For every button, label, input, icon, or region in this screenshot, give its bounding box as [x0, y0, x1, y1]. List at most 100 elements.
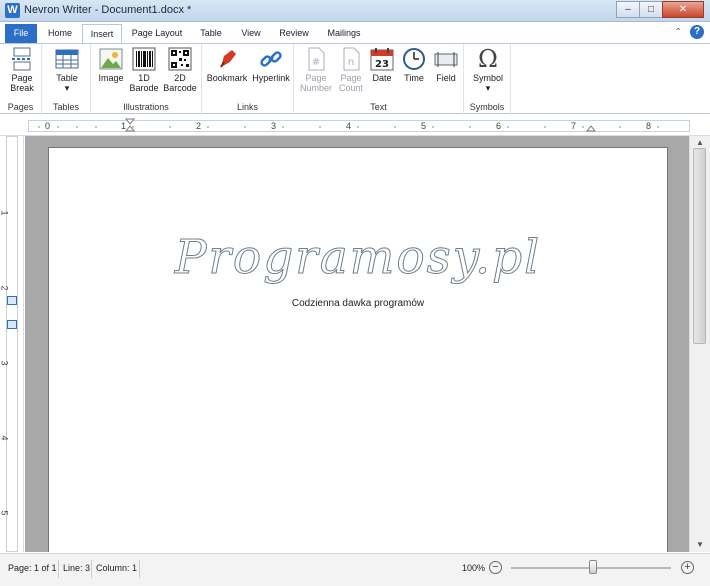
table-button[interactable]: Table ▾ [52, 47, 82, 93]
ruler-number: 5 [421, 121, 427, 131]
barcode-1d-icon [132, 47, 156, 71]
horizontal-ruler[interactable]: 0 1 2 3 4 5 6 7 8 [0, 115, 710, 136]
date-button[interactable]: 23 Date [368, 47, 396, 83]
ruler-strip: 0 1 2 3 4 5 6 7 8 [28, 118, 690, 132]
window-title: Nevron Writer - Document1.docx * [24, 4, 192, 16]
svg-text:#: # [312, 57, 320, 68]
window-controls: – □ ✕ [616, 1, 704, 18]
ruler-number: 2 [196, 121, 202, 131]
group-links: Bookmark Hyperlink Links [202, 44, 294, 114]
group-pages: Page Break Pages [0, 44, 42, 114]
zoom-percentage[interactable]: 100% [462, 563, 485, 573]
right-indent-marker-icon[interactable] [586, 124, 596, 132]
group-symbols: Ω Symbol ▾ Symbols [464, 44, 511, 114]
ruler-number: 8 [646, 121, 652, 131]
document-title[interactable]: Programosy.pl [49, 230, 667, 286]
image-button[interactable]: Image [96, 47, 126, 83]
hyperlink-button[interactable]: Hyperlink [250, 47, 292, 83]
ruler-number: 7 [571, 121, 577, 131]
bookmark-icon [220, 50, 236, 68]
maximize-button[interactable]: □ [639, 1, 663, 18]
group-label-text: Text [370, 102, 387, 112]
status-divider [139, 560, 140, 578]
field-button[interactable]: Field [432, 47, 460, 83]
field-icon [434, 52, 458, 67]
page-count-icon: n [343, 47, 360, 71]
group-label-illustrations: Illustrations [123, 102, 169, 112]
ruler-number: 3 [271, 121, 277, 131]
group-tables: Table ▾ Tables [42, 44, 91, 114]
group-illustrations: Image 1D Barode 2D Barcode Illustrations [91, 44, 202, 114]
symbol-button[interactable]: Ω Symbol ▾ [470, 47, 506, 93]
page-count-button[interactable]: n Page Count [334, 47, 368, 93]
barcode-1d-button[interactable]: 1D Barode [129, 47, 159, 93]
tab-mailings[interactable]: Mailings [320, 24, 368, 43]
ribbon-insert: Page Break Pages Table ▾ Tables Image 1D… [0, 43, 710, 114]
app-icon: W [5, 3, 20, 18]
qr-code-icon [168, 47, 192, 71]
clock-icon [403, 48, 425, 70]
status-column: Column: 1 [96, 563, 138, 573]
group-text: # Page Number n Page Count 23 Date Time … [294, 44, 464, 114]
ruler-number: 5 [0, 510, 10, 516]
vertical-scrollbar[interactable]: ▲ ▼ [689, 136, 710, 552]
close-button[interactable]: ✕ [662, 1, 704, 18]
chevron-down-icon: ▾ [64, 83, 70, 93]
barcode-2d-button[interactable]: 2D Barcode [163, 47, 197, 93]
document-page[interactable]: Programosy.pl Codzienna dawka programów [48, 147, 668, 552]
title-bar: W Nevron Writer - Document1.docx * – □ ✕ [0, 0, 710, 22]
status-divider [58, 560, 59, 578]
ruler-number: 4 [346, 121, 352, 131]
table-row-marker-icon[interactable] [7, 320, 17, 329]
ruler-number: 6 [496, 121, 502, 131]
tab-home[interactable]: Home [42, 24, 78, 43]
time-button[interactable]: Time [400, 47, 428, 83]
page-break-icon [12, 47, 32, 71]
ruler-number: 2 [0, 285, 10, 291]
calendar-icon: 23 [370, 48, 394, 71]
hyperlink-icon [260, 51, 282, 67]
tab-page-layout[interactable]: Page Layout [126, 24, 188, 43]
tab-table[interactable]: Table [194, 24, 228, 43]
svg-text:n: n [348, 57, 354, 68]
page-break-button[interactable]: Page Break [8, 47, 36, 93]
status-line: Line: 3 [63, 563, 91, 573]
tab-file[interactable]: File [5, 24, 37, 43]
indent-marker-icon[interactable] [125, 118, 135, 132]
image-icon [99, 48, 123, 70]
group-label-pages: Pages [7, 102, 34, 112]
ribbon-help-controls: ⌃ ? [674, 25, 704, 39]
tab-review[interactable]: Review [274, 24, 314, 43]
table-row-marker-icon[interactable] [7, 296, 17, 305]
ruler-number: 3 [0, 360, 10, 366]
help-icon[interactable]: ? [690, 25, 704, 39]
scroll-down-icon[interactable]: ▼ [694, 540, 706, 550]
group-label-symbols: Symbols [469, 102, 505, 112]
ruler-number: 0 [45, 121, 51, 131]
tab-insert[interactable]: Insert [82, 24, 122, 44]
document-canvas[interactable]: Programosy.pl Codzienna dawka programów [25, 136, 689, 552]
status-divider [91, 560, 92, 578]
status-bar: Page: 1 of 1 Line: 3 Column: 1 100% − + [0, 553, 710, 586]
vertical-ruler[interactable]: 1 2 3 4 5 [0, 136, 24, 552]
document-subtitle[interactable]: Codzienna dawka programów [49, 298, 667, 309]
ruler-number: 4 [0, 435, 10, 441]
bookmark-button[interactable]: Bookmark [206, 47, 248, 83]
page-number-icon: # [308, 47, 325, 71]
group-label-tables: Tables [52, 102, 79, 112]
minimize-button[interactable]: – [616, 1, 640, 18]
zoom-in-icon[interactable]: + [681, 561, 694, 574]
table-icon [55, 49, 79, 69]
zoom-out-icon[interactable]: − [489, 561, 502, 574]
group-label-links: Links [236, 102, 258, 112]
svg-text:23: 23 [375, 59, 389, 70]
page-number-button[interactable]: # Page Number [298, 47, 334, 93]
zoom-slider-thumb[interactable] [589, 560, 597, 574]
tab-view[interactable]: View [234, 24, 268, 43]
ruler-number: 1 [0, 210, 10, 216]
ribbon-tab-bar: File Home Insert Page Layout Table View … [0, 22, 710, 44]
collapse-ribbon-icon[interactable]: ⌃ [674, 27, 684, 38]
scrollbar-thumb[interactable] [693, 148, 706, 344]
status-page: Page: 1 of 1 [8, 563, 57, 573]
scroll-up-icon[interactable]: ▲ [694, 138, 706, 148]
